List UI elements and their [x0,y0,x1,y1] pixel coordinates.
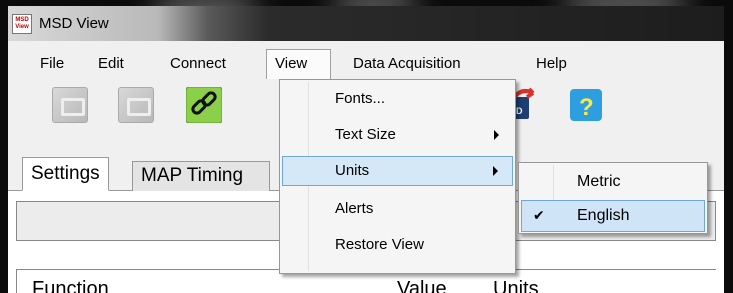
checkmark-icon: ✔ [533,207,545,223]
tab-settings[interactable]: Settings [22,157,109,191]
menu-view[interactable]: View [266,49,331,79]
view-menu-item-fonts[interactable]: Fonts... [282,84,513,114]
msd-app-icon: MSD View [12,14,32,34]
view-menu-item-label: Text Size [335,126,396,143]
view-menu-item-label: Units [335,162,370,179]
view-menu-item-alerts[interactable]: Alerts [282,194,513,224]
screen-edge [724,0,733,293]
units-menu-item-label: English [577,207,630,224]
title-bar[interactable]: MSD View MSD View [8,6,724,41]
menu-file[interactable]: File [32,49,72,79]
help-question-icon[interactable]: ? [568,87,604,123]
menu-edit[interactable]: Edit [90,49,132,79]
submenu-arrow-icon [494,130,499,140]
app-window: MSD View MSD View File Edit Connect View… [8,6,724,293]
view-dropdown-menu: Fonts... Text Size Units Alerts Restore … [279,79,516,274]
view-menu-item-restore-view[interactable]: Restore View [282,230,513,260]
import-icon[interactable] [52,87,88,123]
tab-map-timing[interactable]: MAP Timing [132,161,270,191]
menu-connect[interactable]: Connect [162,49,234,79]
export-icon[interactable] [118,87,154,123]
view-menu-item-label: Restore View [335,236,424,253]
units-menu-item-metric[interactable]: Metric [521,166,705,198]
column-units[interactable]: Units [493,278,539,293]
view-menu-item-label: Alerts [335,200,374,217]
help-glyph: ? [579,94,594,121]
menu-help[interactable]: Help [528,49,575,79]
menu-data-acquisition[interactable]: Data Acquisition [345,49,469,79]
units-menu-item-label: Metric [577,173,621,190]
window-title: MSD View [39,15,109,32]
column-function[interactable]: Function [32,278,109,293]
column-value[interactable]: Value [397,278,447,293]
submenu-arrow-icon [493,166,498,176]
units-menu-item-english[interactable]: ✔ English [521,200,705,232]
connect-link-icon[interactable] [185,86,223,124]
view-menu-item-label: Fonts... [335,90,386,107]
view-menu-item-text-size[interactable]: Text Size [282,120,513,150]
units-submenu: Metric ✔ English [518,162,708,234]
view-menu-item-units[interactable]: Units [282,156,513,186]
menu-bar: File Edit Connect View Data Acquisition … [8,49,724,79]
